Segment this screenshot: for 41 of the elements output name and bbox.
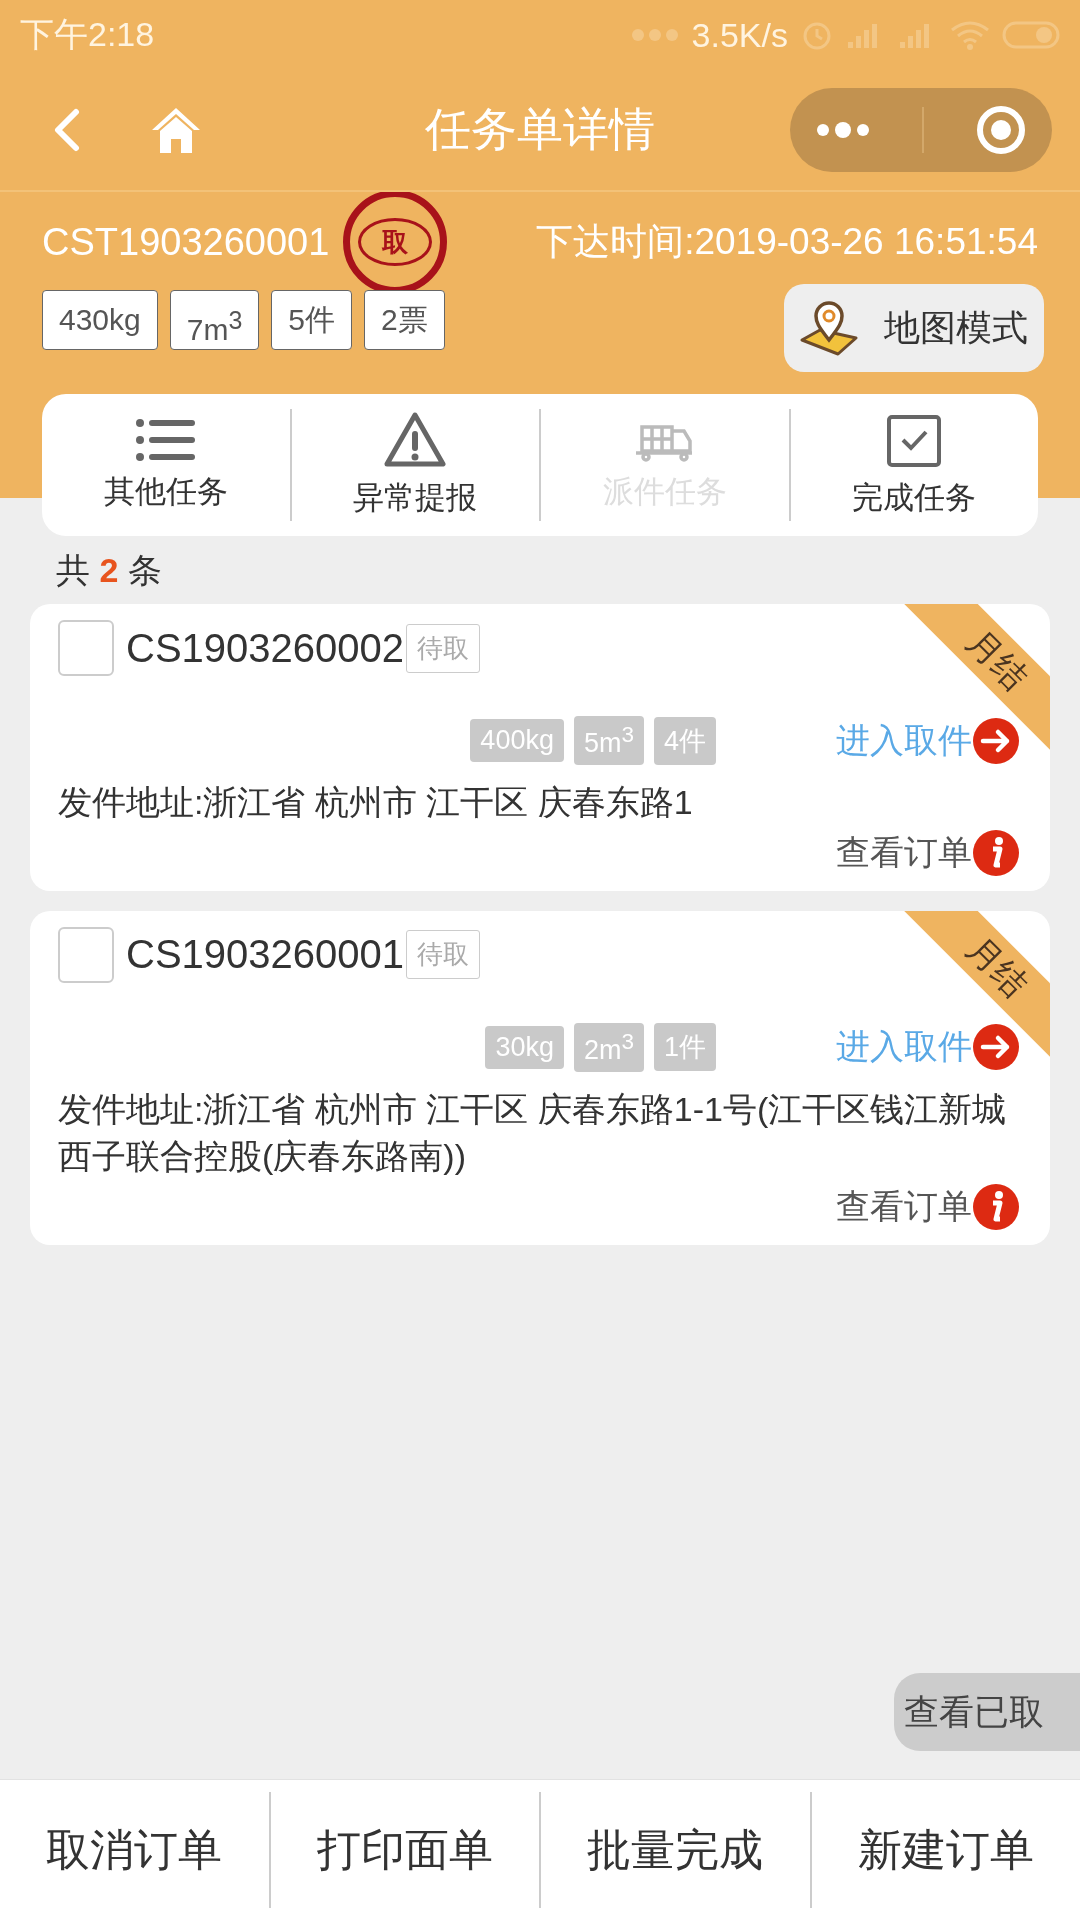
close-target-icon[interactable] xyxy=(974,104,1027,156)
battery-icon xyxy=(1002,20,1062,50)
status-time: 下午2:18 xyxy=(20,14,155,55)
home-icon[interactable] xyxy=(150,105,202,155)
view-picked-button[interactable]: 查看已取 xyxy=(894,1673,1080,1751)
task-number: CST1903260001 xyxy=(42,220,330,264)
summary-tag: 430kg xyxy=(42,290,158,350)
info-icon[interactable] xyxy=(972,1182,1020,1231)
back-icon[interactable] xyxy=(52,108,82,152)
action-button[interactable]: 完成任务 xyxy=(790,410,1038,520)
info-icon[interactable] xyxy=(972,828,1020,877)
page-title: 任务单详情 xyxy=(424,102,656,157)
summary-tag: 7m$^{3}$ xyxy=(169,290,260,350)
sender-address: 发件地址:浙江省 杭州市 江干区 庆春东路1-1号(江干区钱江新城西子联合控股(庆春东路南)) xyxy=(58,1088,1008,1178)
more-icon[interactable] xyxy=(815,120,872,140)
bottom-button[interactable]: 取消订单 xyxy=(0,1780,269,1920)
wifi-icon xyxy=(950,20,990,50)
summary-tag: 2票 xyxy=(364,290,445,350)
order-status: 待取 xyxy=(406,930,481,980)
bottom-button[interactable]: 新建订单 xyxy=(811,1780,1080,1920)
order-status: 待取 xyxy=(406,623,481,673)
view-order-link[interactable]: 查看订单 xyxy=(836,1183,972,1230)
checkbox[interactable] xyxy=(58,926,114,983)
more-dots-icon xyxy=(629,27,680,43)
issue-time: 下达时间:2019-03-26 16:51:54 xyxy=(536,220,1038,264)
bottom-button[interactable]: 批量完成 xyxy=(541,1780,810,1920)
order-count: 共 2 条 xyxy=(55,550,163,591)
order-number: CS1903260002 xyxy=(126,625,405,671)
map-pin-icon xyxy=(798,300,860,356)
action-button[interactable]: 异常提报 xyxy=(291,410,539,520)
sender-address: 发件地址:浙江省 杭州市 江干区 庆春东路1 xyxy=(58,782,694,823)
summary-tag: 5件 xyxy=(271,290,353,350)
map-mode-button[interactable]: 地图模式 xyxy=(784,284,1044,372)
list-icon xyxy=(134,417,197,463)
warning-icon xyxy=(383,411,448,469)
view-order-link[interactable]: 查看订单 xyxy=(836,829,972,876)
network-speed: 3.5K/s xyxy=(691,15,788,55)
bottom-button[interactable]: 打印面单 xyxy=(270,1780,539,1920)
order-number: CS1903260001 xyxy=(126,932,405,978)
action-button[interactable]: 其他任务 xyxy=(42,416,290,514)
checkbox[interactable] xyxy=(58,620,114,676)
